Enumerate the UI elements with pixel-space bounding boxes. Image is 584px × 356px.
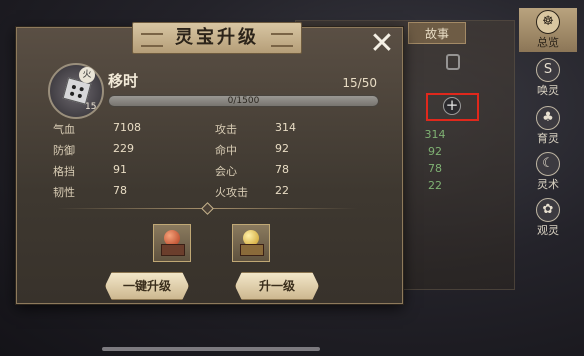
dialog-title: 灵宝升级: [132, 22, 302, 54]
sidebar-item-overview[interactable]: ☸ 总览: [519, 8, 577, 52]
stat-label: 格挡: [53, 165, 75, 178]
stat-label: 攻击: [215, 123, 237, 136]
pedestal-icon: [240, 244, 264, 256]
sidebar-item-label: 唤灵: [537, 84, 559, 97]
level-count: 15/50: [342, 76, 377, 90]
nurture-icon: ♣: [536, 106, 560, 130]
story-tab[interactable]: 故事: [408, 22, 466, 44]
upgrade-one-level-button[interactable]: 升一级: [235, 272, 319, 300]
stat-value: 229: [113, 142, 134, 155]
bg-stat-value: 92: [428, 145, 442, 158]
close-icon[interactable]: ✕: [368, 29, 396, 59]
sidebar-item-label: 灵术: [537, 178, 559, 191]
stat-value: 91: [113, 163, 127, 176]
stat-label: 气血: [53, 123, 75, 136]
item-name: 移时: [108, 72, 139, 90]
lock-icon[interactable]: [446, 54, 460, 70]
stat-label: 命中: [215, 144, 237, 157]
upgrade-dialog: 灵宝升级 ✕ 火 15 移时 15/50 0/1500 气血 7108 攻击 3…: [16, 22, 403, 304]
stat-label: 火攻击: [215, 186, 248, 199]
divider-ornament: [201, 202, 214, 215]
stat-label: 防御: [53, 144, 75, 157]
highlight-box: [426, 93, 479, 121]
sidebar-item-skill[interactable]: ☾ 灵术: [519, 150, 577, 194]
one-key-upgrade-button[interactable]: 一键升级: [105, 272, 189, 300]
bg-stat-value: 22: [428, 179, 442, 192]
avatar-level: 15: [85, 102, 97, 112]
pedestal-icon: [161, 244, 185, 256]
stat-value: 78: [275, 163, 289, 176]
sidebar-item-summon[interactable]: S 唤灵: [519, 56, 577, 100]
bg-stat-value: 314: [424, 128, 446, 141]
red-orb-material[interactable]: [153, 224, 191, 262]
sidebar-item-view[interactable]: ✿ 观灵: [519, 196, 577, 240]
gold-orb-material[interactable]: [232, 224, 270, 262]
bg-stat-value: 78: [428, 162, 442, 175]
sidebar-item-label: 育灵: [537, 132, 559, 145]
fire-element-badge: 火: [79, 67, 95, 83]
sidebar-item-nurture[interactable]: ♣ 育灵: [519, 104, 577, 148]
stat-label: 会心: [215, 165, 237, 178]
view-icon: ✿: [536, 198, 560, 222]
exp-progress-bar: 0/1500: [108, 95, 379, 107]
sidebar-item-label: 观灵: [537, 224, 559, 237]
stat-value: 314: [275, 121, 296, 134]
stat-label: 韧性: [53, 186, 75, 199]
stat-value: 7108: [113, 121, 141, 134]
summon-icon: S: [536, 58, 560, 82]
home-indicator: [102, 347, 320, 351]
stat-value: 22: [275, 184, 289, 197]
item-avatar: 火 15: [48, 63, 104, 119]
exp-text: 0/1500: [227, 96, 260, 106]
right-sidebar: ☸ 总览 S 唤灵 ♣ 育灵 ☾ 灵术 ✿ 观灵: [515, 8, 584, 238]
skill-icon: ☾: [536, 152, 560, 176]
overview-icon: ☸: [536, 10, 560, 34]
sidebar-item-label: 总览: [537, 36, 559, 49]
stat-value: 78: [113, 184, 127, 197]
stat-value: 92: [275, 142, 289, 155]
background-stats: 314 92 78 22: [405, 126, 465, 194]
